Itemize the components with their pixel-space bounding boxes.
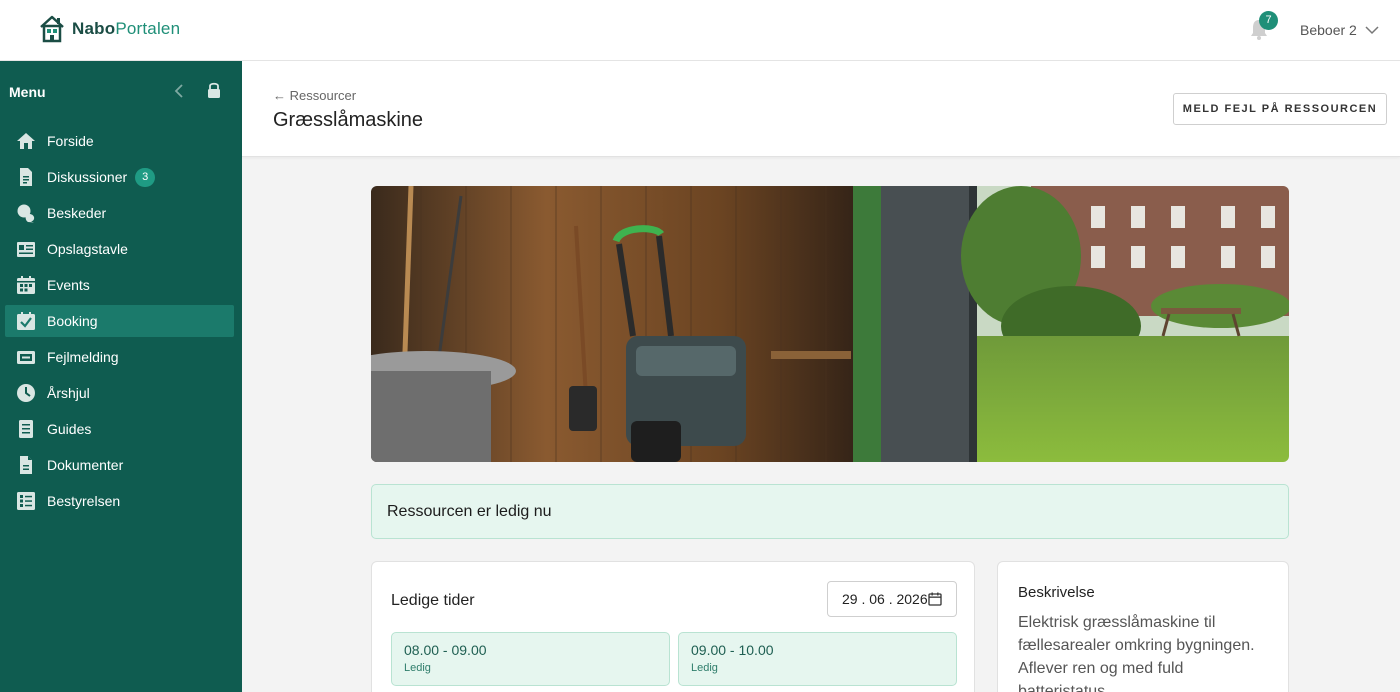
date-picker[interactable]: 29 . 06 . 2026 <box>827 581 957 617</box>
slot-status: Ledig <box>691 662 718 674</box>
chevron-down-icon <box>1365 26 1379 35</box>
report-issue-button[interactable]: MELD FEJL PÅ RESSOURCEN <box>1173 93 1387 125</box>
sidebar-item-guides[interactable]: Guides <box>5 413 234 445</box>
house-logo-icon <box>40 15 64 43</box>
sidebar-nav: Forside Diskussioner 3 Beskeder Opslagst… <box>5 125 234 521</box>
alert-card-icon <box>16 347 36 367</box>
sidebar-item-label: Opslagstavle <box>47 241 128 257</box>
time-slot[interactable]: 09.00 - 10.00 Ledig <box>678 632 957 686</box>
chat-icon <box>16 203 36 223</box>
description-card: Beskrivelse Elektrisk græsslåmaskine til… <box>997 561 1289 692</box>
date-value: 29 . 06 . 2026 <box>842 591 928 607</box>
sidebar-item-booking[interactable]: Booking <box>5 305 234 337</box>
chevron-left-icon[interactable] <box>172 82 186 100</box>
sidebar-item-label: Fejlmelding <box>47 349 119 365</box>
description-title: Beskrivelse <box>1018 584 1095 601</box>
discussion-count-badge: 3 <box>135 167 156 187</box>
calendar-icon <box>16 275 36 295</box>
notification-badge: 7 <box>1259 11 1278 30</box>
house-icon <box>16 131 36 151</box>
page-header: ← Ressourcer Græsslåmaskine MELD FEJL PÅ… <box>242 61 1400 157</box>
table-icon <box>16 491 36 511</box>
user-menu[interactable]: Beboer 2 <box>1300 22 1379 38</box>
sidebar-item-label: Events <box>47 277 90 293</box>
slot-time: 09.00 - 10.00 <box>691 642 774 658</box>
document-icon <box>16 167 36 187</box>
availability-status: Ressourcen er ledig nu <box>371 484 1289 539</box>
logo[interactable]: NaboPortalen <box>38 14 180 44</box>
resource-image <box>371 186 1289 462</box>
list-document-icon <box>16 419 36 439</box>
sidebar-item-diskussioner[interactable]: Diskussioner 3 <box>5 161 234 193</box>
logo-text-light: Portalen <box>115 19 181 38</box>
menu-title: Menu <box>9 84 46 100</box>
time-slot[interactable]: 08.00 - 09.00 Ledig <box>391 632 670 686</box>
user-name: Beboer 2 <box>1300 22 1357 38</box>
page-title: Græsslåmaskine <box>273 109 424 131</box>
sidebar-item-label: Bestyrelsen <box>47 493 121 509</box>
sidebar-item-opslagstavle[interactable]: Opslagstavle <box>5 233 234 265</box>
description-text: Elektrisk græsslåmaskine til fællesareal… <box>1018 614 1255 692</box>
sidebar-item-label: Forside <box>47 133 94 149</box>
sidebar-item-events[interactable]: Events <box>5 269 234 301</box>
sidebar-item-label: Beskeder <box>47 205 107 221</box>
sidebar-item-beskeder[interactable]: Beskeder <box>5 197 234 229</box>
sidebar-item-label: Booking <box>47 313 98 329</box>
sidebar-item-fejlmelding[interactable]: Fejlmelding <box>5 341 234 373</box>
available-times-card: Ledige tider 29 . 06 . 2026 08.00 - 09.0… <box>371 561 975 692</box>
calendar-icon[interactable] <box>928 592 942 606</box>
slot-status: Ledig <box>404 662 431 674</box>
sidebar: Menu Forside Diskussioner 3 Beskeder Ops… <box>0 61 242 692</box>
available-times-title: Ledige tider <box>391 592 475 609</box>
logo-text-bold: Nabo <box>72 19 116 38</box>
back-link[interactable]: ← Ressourcer <box>273 88 356 103</box>
sidebar-item-arshjul[interactable]: Årshjul <box>5 377 234 409</box>
sidebar-item-label: Årshjul <box>47 385 90 401</box>
slot-time: 08.00 - 09.00 <box>404 642 487 658</box>
sidebar-item-bestyrelsen[interactable]: Bestyrelsen <box>5 485 234 517</box>
sidebar-item-forside[interactable]: Forside <box>5 125 234 157</box>
file-icon <box>16 455 36 475</box>
sidebar-item-dokumenter[interactable]: Dokumenter <box>5 449 234 481</box>
sidebar-item-label: Diskussioner <box>47 169 128 185</box>
lock-icon[interactable] <box>206 81 222 99</box>
sidebar-item-label: Dokumenter <box>47 457 124 473</box>
clock-icon <box>16 383 36 403</box>
top-bar: NaboPortalen 7 Beboer 2 <box>0 0 1400 61</box>
sidebar-item-label: Guides <box>47 421 92 437</box>
bulletin-board-icon <box>16 239 36 259</box>
calendar-check-icon <box>16 311 36 331</box>
